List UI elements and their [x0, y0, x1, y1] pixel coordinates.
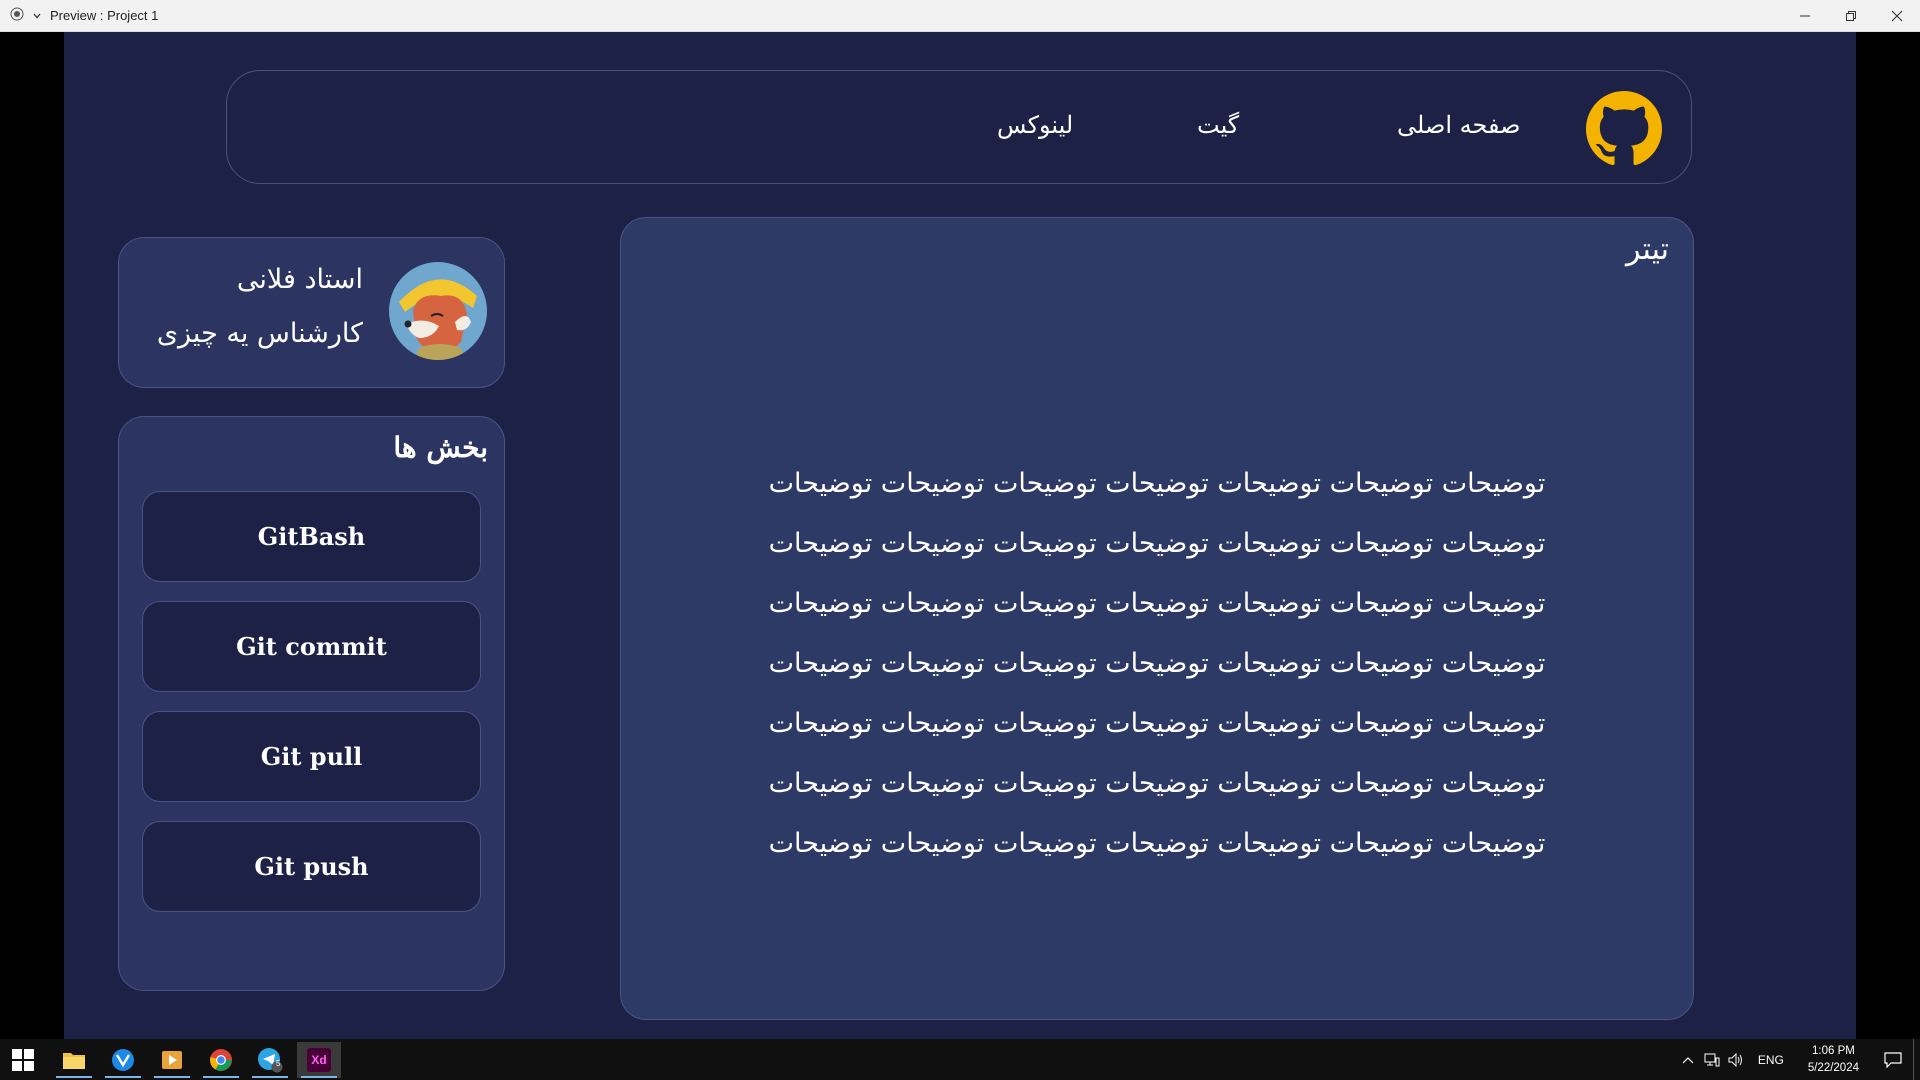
restore-button[interactable]: [1828, 0, 1874, 32]
telegram-icon[interactable]: 5: [248, 1042, 292, 1078]
file-explorer-icon[interactable]: [52, 1042, 96, 1078]
network-icon[interactable]: [1700, 1039, 1724, 1080]
description-line: توضیحات توضیحات توضیحات توضیحات توضیحات …: [768, 528, 1546, 559]
language-indicator[interactable]: ENG: [1758, 1053, 1784, 1067]
sections-title: بخش ها: [393, 431, 488, 464]
description-line: توضیحات توضیحات توضیحات توضیحات توضیحات …: [768, 468, 1546, 499]
clock-time: 1:06 PM: [1812, 1044, 1855, 1057]
notifications-icon[interactable]: [1873, 1039, 1913, 1080]
adobe-xd-icon[interactable]: Xd: [297, 1042, 341, 1078]
artboard: صفحه اصلی گیت لینوکس تیتر توضیحات توضیحا…: [64, 32, 1856, 1039]
taskbar: 5 Xd ENG 1:06 PM 5/22/2024: [0, 1039, 1920, 1080]
volume-icon[interactable]: [1724, 1039, 1748, 1080]
avatar: [389, 262, 487, 360]
description-line: توضیحات توضیحات توضیحات توضیحات توضیحات …: [768, 708, 1546, 739]
section-button-gitbash[interactable]: GitBash: [142, 491, 481, 582]
content-card: تیتر توضیحات توضیحات توضیحات توضیحات توض…: [620, 217, 1694, 1020]
chrome-icon[interactable]: [199, 1042, 243, 1078]
clock[interactable]: 1:06 PM 5/22/2024: [1808, 1043, 1859, 1077]
section-button-git-commit[interactable]: Git commit: [142, 601, 481, 692]
media-player-icon[interactable]: [150, 1042, 194, 1078]
chevron-down-icon[interactable]: [32, 6, 42, 25]
description-line: توضیحات توضیحات توضیحات توضیحات توضیحات …: [768, 648, 1546, 679]
profile-role: کارشناس یه چیزی: [156, 318, 363, 349]
windows-start-icon[interactable]: [12, 1049, 34, 1071]
nav-link-git[interactable]: گیت: [1197, 111, 1239, 139]
xd-label: Xd: [311, 1053, 327, 1067]
chevron-up-icon[interactable]: [1676, 1039, 1700, 1080]
navbar: صفحه اصلی گیت لینوکس: [226, 70, 1692, 184]
telegram-badge: 5: [276, 1059, 281, 1068]
window-title: Preview : Project 1: [50, 8, 159, 23]
show-desktop-button[interactable]: [1913, 1039, 1920, 1080]
sections-card: بخش ها GitBash Git commit Git pull Git p…: [118, 416, 505, 991]
github-icon[interactable]: [1586, 91, 1662, 167]
vscode-icon[interactable]: [101, 1042, 145, 1078]
nav-link-linux[interactable]: لینوکس: [997, 111, 1073, 139]
window-titlebar: Preview : Project 1: [0, 0, 1920, 32]
nav-link-home[interactable]: صفحه اصلی: [1397, 111, 1521, 139]
close-button[interactable]: [1874, 0, 1920, 32]
section-button-git-push[interactable]: Git push: [142, 821, 481, 912]
system-tray: ENG 1:06 PM 5/22/2024: [1676, 1039, 1920, 1080]
minimize-button[interactable]: [1782, 0, 1828, 32]
description-line: توضیحات توضیحات توضیحات توضیحات توضیحات …: [768, 828, 1546, 859]
clock-date: 5/22/2024: [1807, 1061, 1859, 1074]
description-line: توضیحات توضیحات توضیحات توضیحات توضیحات …: [768, 588, 1546, 619]
record-icon[interactable]: [10, 6, 24, 25]
description-line: توضیحات توضیحات توضیحات توضیحات توضیحات …: [768, 768, 1546, 799]
profile-name: استاد فلانی: [236, 264, 363, 295]
content-title: تیتر: [1625, 232, 1669, 267]
section-button-git-pull[interactable]: Git pull: [142, 711, 481, 802]
profile-card: استاد فلانی کارشناس یه چیزی: [118, 237, 505, 388]
content-description: توضیحات توضیحات توضیحات توضیحات توضیحات …: [621, 454, 1693, 874]
